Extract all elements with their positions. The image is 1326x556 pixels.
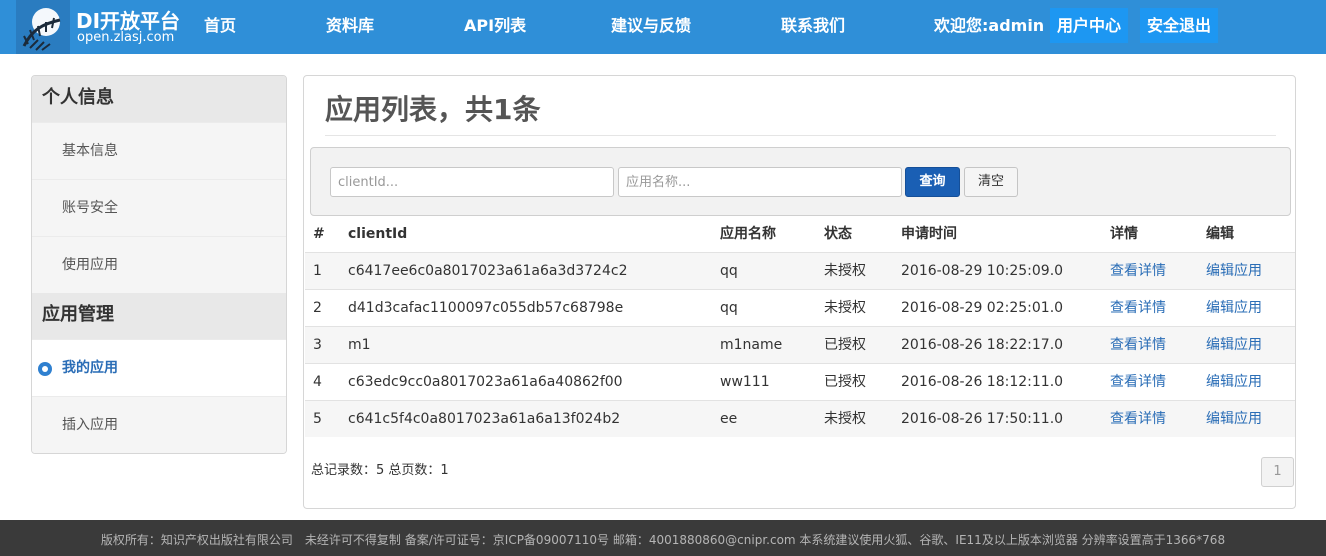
col-header-edit: 编辑 — [1206, 226, 1234, 242]
edit-app-link[interactable]: 编辑应用 — [1206, 401, 1262, 438]
row-client-id: c63edc9cc0a8017023a61a6a40862f00 — [348, 374, 623, 390]
logout-button[interactable]: 安全退出 — [1140, 8, 1219, 43]
row-apply-time: 2016-08-29 02:25:01.0 — [901, 300, 1064, 316]
title-divider — [325, 135, 1276, 136]
table-row: 3 m1 m1name 已授权 2016-08-26 18:22:17.0 查看… — [305, 326, 1295, 363]
top-navbar: DI开放平台 open.zlasj.com 首页 资料库 API列表 建议与反馈… — [0, 0, 1326, 54]
table-row: 5 c641c5f4c0a8017023a61a6a13f024b2 ee 未授… — [305, 400, 1295, 437]
row-app-name: ee — [720, 411, 738, 427]
view-detail-link[interactable]: 查看详情 — [1110, 253, 1166, 290]
table-row: 1 c6417ee6c0a8017023a61a6a3d3724c2 qq 未授… — [305, 252, 1295, 289]
client-id-input[interactable] — [330, 167, 614, 197]
filter-bar: 查询 清空 — [310, 147, 1291, 216]
row-num: 5 — [313, 411, 322, 427]
view-detail-link[interactable]: 查看详情 — [1110, 364, 1166, 401]
row-num: 4 — [313, 374, 322, 390]
row-status: 已授权 — [824, 337, 866, 353]
pagination-page-1[interactable]: 1 — [1261, 457, 1294, 487]
row-status: 未授权 — [824, 263, 866, 279]
row-app-name: qq — [720, 263, 738, 279]
row-num: 1 — [313, 263, 322, 279]
logo-emblem-icon — [16, 0, 70, 54]
sidebar-section-app-manage: 应用管理 — [32, 293, 286, 339]
total-records-text: 总记录数：5 总页数：1 — [311, 463, 449, 478]
logo-subtitle: open.zlasj.com — [77, 30, 175, 45]
table-header-row: # clientId 应用名称 状态 申请时间 详情 编辑 — [305, 216, 1295, 252]
sidebar-item-my-apps-label: 我的应用 — [62, 360, 118, 376]
col-header-num: # — [313, 226, 325, 242]
active-radio-icon — [38, 362, 52, 376]
nav-home[interactable]: 首页 — [204, 0, 236, 54]
col-header-app-name: 应用名称 — [720, 226, 776, 242]
row-app-name: ww111 — [720, 374, 770, 390]
sidebar-section-personal: 个人信息 — [32, 76, 286, 122]
nav-feedback[interactable]: 建议与反馈 — [611, 0, 691, 54]
row-status: 未授权 — [824, 411, 866, 427]
sidebar-item-insert-app[interactable]: 插入应用 — [32, 396, 286, 453]
row-apply-time: 2016-08-26 17:50:11.0 — [901, 411, 1064, 427]
edit-app-link[interactable]: 编辑应用 — [1206, 327, 1262, 364]
user-center-button[interactable]: 用户中心 — [1050, 8, 1129, 43]
row-num: 3 — [313, 337, 322, 353]
row-client-id: c6417ee6c0a8017023a61a6a3d3724c2 — [348, 263, 628, 279]
row-status: 未授权 — [824, 300, 866, 316]
sidebar-item-account-security[interactable]: 账号安全 — [32, 179, 286, 236]
row-status: 已授权 — [824, 374, 866, 390]
col-header-detail: 详情 — [1110, 226, 1138, 242]
site-logo[interactable]: DI开放平台 open.zlasj.com — [16, 0, 191, 54]
welcome-text: 欢迎您:admin — [934, 16, 1045, 35]
clear-button[interactable]: 清空 — [964, 167, 1018, 197]
nav-library[interactable]: 资料库 — [326, 0, 374, 54]
edit-app-link[interactable]: 编辑应用 — [1206, 290, 1262, 327]
col-header-client-id: clientId — [348, 226, 408, 242]
row-apply-time: 2016-08-29 10:25:09.0 — [901, 263, 1064, 279]
page-title: 应用列表，共1条 — [325, 93, 541, 126]
app-list-panel: 应用列表，共1条 查询 清空 # clientId 应用名称 状态 申请时间 详… — [303, 75, 1296, 509]
row-apply-time: 2016-08-26 18:12:11.0 — [901, 374, 1064, 390]
row-client-id: d41d3cafac1100097c055db57c68798e — [348, 300, 624, 316]
sidebar-item-use-app[interactable]: 使用应用 — [32, 236, 286, 293]
table-row: 2 d41d3cafac1100097c055db57c68798e qq 未授… — [305, 289, 1295, 326]
row-client-id: c641c5f4c0a8017023a61a6a13f024b2 — [348, 411, 621, 427]
sidebar: 个人信息 基本信息 账号安全 使用应用 应用管理 我的应用 插入应用 — [31, 75, 287, 454]
col-header-apply-time: 申请时间 — [901, 226, 957, 242]
edit-app-link[interactable]: 编辑应用 — [1206, 364, 1262, 401]
view-detail-link[interactable]: 查看详情 — [1110, 401, 1166, 438]
nav-contact[interactable]: 联系我们 — [781, 0, 845, 54]
row-app-name: m1name — [720, 337, 783, 353]
sidebar-item-basic-info[interactable]: 基本信息 — [32, 122, 286, 179]
edit-app-link[interactable]: 编辑应用 — [1206, 253, 1262, 290]
row-num: 2 — [313, 300, 322, 316]
col-header-status: 状态 — [824, 226, 852, 242]
table-row: 4 c63edc9cc0a8017023a61a6a40862f00 ww111… — [305, 363, 1295, 400]
footer: 版权所有：知识产权出版社有限公司 未经许可不得复制 备案/许可证号：京ICP备0… — [0, 520, 1326, 556]
query-button[interactable]: 查询 — [905, 167, 960, 197]
view-detail-link[interactable]: 查看详情 — [1110, 327, 1166, 364]
view-detail-link[interactable]: 查看详情 — [1110, 290, 1166, 327]
row-client-id: m1 — [348, 337, 371, 353]
app-name-input[interactable] — [618, 167, 902, 197]
row-apply-time: 2016-08-26 18:22:17.0 — [901, 337, 1064, 353]
app-table: # clientId 应用名称 状态 申请时间 详情 编辑 1 c6417ee6… — [305, 216, 1295, 437]
nav-api-list[interactable]: API列表 — [464, 0, 526, 54]
sidebar-item-my-apps[interactable]: 我的应用 — [32, 339, 286, 396]
row-app-name: qq — [720, 300, 738, 316]
